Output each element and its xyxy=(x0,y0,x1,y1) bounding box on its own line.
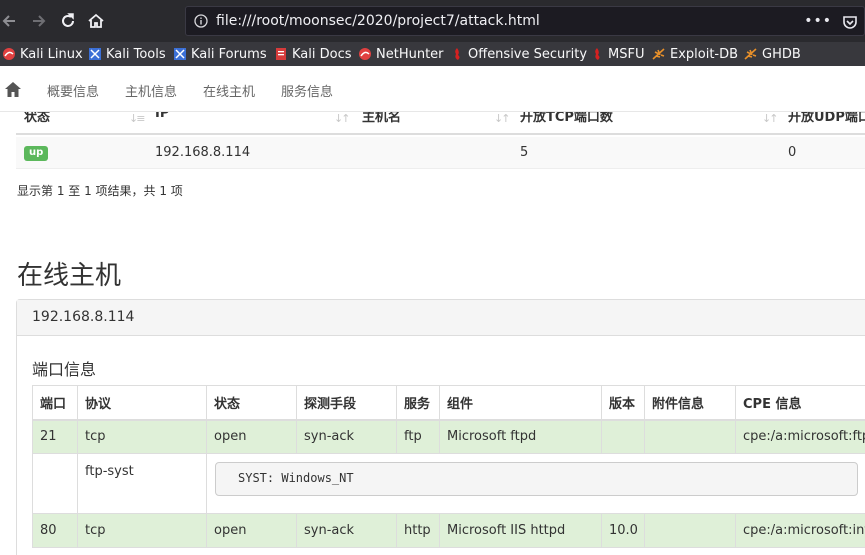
col-method: 探测手段 xyxy=(296,385,397,421)
cell-service: ftp xyxy=(396,419,440,454)
script-output-cell: SYST: Windows_NT xyxy=(206,453,865,514)
bookmark-nethunter[interactable]: NetHunter xyxy=(358,45,444,63)
kali-docs-icon xyxy=(276,48,286,60)
table-row: up 192.168.8.114 5 0 xyxy=(16,137,865,169)
sort-icon[interactable]: ↓↑ xyxy=(762,112,779,125)
cell-ip: 192.168.8.114 xyxy=(155,145,251,160)
cell-port: 80 xyxy=(32,513,78,548)
col-state: 状态 xyxy=(206,385,297,421)
kali-forums-icon xyxy=(174,48,186,60)
table-row: 21 tcp open syn-ack ftp Microsoft ftpd c… xyxy=(32,419,865,454)
col-cpe: CPE 信息 xyxy=(735,385,865,421)
cell-service: http xyxy=(396,513,440,548)
col-product: 组件 xyxy=(439,385,602,421)
bookmark-kali-linux[interactable]: Kali Linux xyxy=(2,45,83,63)
col-udp-ports[interactable]: 开放UDP端口 xyxy=(788,112,865,125)
ports-section-title: 端口信息 xyxy=(32,360,97,379)
col-status[interactable]: 状态 xyxy=(24,112,50,125)
cell-state: open xyxy=(206,513,297,548)
home-icon[interactable] xyxy=(4,81,22,98)
table-row: 80 tcp open syn-ack http Microsoft IIS h… xyxy=(32,513,865,548)
script-row: ftp-syst SYST: Windows_NT xyxy=(32,453,865,514)
cell-empty xyxy=(32,453,78,514)
cell-version xyxy=(601,419,645,454)
msfu-icon xyxy=(595,48,600,60)
col-tcp-ports[interactable]: 开放TCP端口数 xyxy=(520,112,613,125)
sort-icon[interactable]: ↓↑ xyxy=(334,112,351,125)
hosts-table-header: 状态 ↓≡ IP ↓↑ 主机名 ↓↑ 开放TCP端口数 ↓↑ 开放UDP端口 xyxy=(16,112,865,135)
col-version: 版本 xyxy=(601,385,645,421)
nav-online-hosts[interactable]: 在线主机 xyxy=(203,81,255,100)
page-actions-menu[interactable]: ••• xyxy=(804,13,832,29)
cell-protocol: tcp xyxy=(77,513,207,548)
col-ip[interactable]: IP xyxy=(155,112,169,121)
bookmark-msfu[interactable]: MSFU xyxy=(590,45,644,63)
forward-button[interactable] xyxy=(24,6,54,36)
ports-table: 端口 协议 状态 探测手段 服务 组件 版本 附件信息 CPE 信息 21 tc… xyxy=(32,385,865,548)
home-icon xyxy=(88,13,104,28)
sort-icon[interactable]: ↓↑ xyxy=(494,112,511,125)
exploit-db-icon xyxy=(652,48,665,60)
home-button[interactable] xyxy=(81,6,111,36)
bookmarks-toolbar: Kali Linux Kali Tools Kali Forums Kali D… xyxy=(0,42,865,66)
bookmark-ghdb[interactable]: GHDB xyxy=(744,45,801,63)
url-text[interactable]: file:///root/moonsec/2020/project7/attac… xyxy=(216,13,540,29)
back-arrow-icon xyxy=(2,15,15,27)
cell-extra xyxy=(644,419,736,454)
script-output: SYST: Windows_NT xyxy=(215,462,858,496)
nav-service-info[interactable]: 服务信息 xyxy=(281,81,333,100)
cell-state: open xyxy=(206,419,297,454)
cell-extra xyxy=(644,513,736,548)
host-ip: 192.168.8.114 xyxy=(32,309,135,325)
forward-arrow-icon xyxy=(33,15,46,27)
cell-method: syn-ack xyxy=(296,513,397,548)
bookmark-kali-forums[interactable]: Kali Forums xyxy=(173,45,267,63)
sort-icon[interactable]: ↓≡ xyxy=(129,112,146,125)
page-navbar: 概要信息 主机信息 在线主机 服务信息 xyxy=(0,66,865,112)
col-extra: 附件信息 xyxy=(644,385,736,421)
cell-version: 10.0 xyxy=(601,513,645,548)
info-icon[interactable] xyxy=(194,14,208,28)
ghdb-icon xyxy=(744,48,757,60)
pocket-icon[interactable] xyxy=(842,14,858,30)
cell-cpe: cpe:/a:microsoft:ftp_s xyxy=(735,419,865,454)
section-title-online-hosts: 在线主机 xyxy=(17,261,122,291)
bookmark-kali-docs[interactable]: Kali Docs xyxy=(274,45,352,63)
reload-button[interactable] xyxy=(53,6,83,36)
kali-icon xyxy=(3,48,15,60)
col-port: 端口 xyxy=(32,385,78,421)
nethunter-icon xyxy=(359,48,371,60)
col-hostname[interactable]: 主机名 xyxy=(362,112,401,125)
cell-method: syn-ack xyxy=(296,419,397,454)
offsec-icon xyxy=(455,48,460,60)
cell-product: Microsoft IIS httpd xyxy=(439,513,602,548)
cell-product: Microsoft ftpd xyxy=(439,419,602,454)
cell-protocol: tcp xyxy=(77,419,207,454)
status-badge: up xyxy=(24,146,49,161)
cell-cpe: cpe:/a:microsoft:intern xyxy=(735,513,865,548)
bookmark-exploit-db[interactable]: Exploit-DB xyxy=(652,45,738,63)
kali-tools-icon xyxy=(89,48,101,60)
back-button[interactable] xyxy=(0,6,24,36)
reload-icon xyxy=(62,13,74,27)
url-bar[interactable]: file:///root/moonsec/2020/project7/attac… xyxy=(185,6,865,36)
cell-udp-ports: 0 xyxy=(788,145,797,160)
script-name: ftp-syst xyxy=(77,453,207,514)
col-protocol: 协议 xyxy=(77,385,207,421)
cell-port: 21 xyxy=(32,419,78,454)
bookmark-offensive-security[interactable]: Offensive Security xyxy=(450,45,587,63)
nav-overview[interactable]: 概要信息 xyxy=(47,81,99,100)
cell-tcp-ports: 5 xyxy=(520,145,529,160)
host-panel-heading[interactable]: 192.168.8.114 xyxy=(17,300,865,336)
bookmark-kali-tools[interactable]: Kali Tools xyxy=(88,45,166,63)
nav-host-info[interactable]: 主机信息 xyxy=(125,81,177,100)
col-service: 服务 xyxy=(396,385,440,421)
browser-toolbar: file:///root/moonsec/2020/project7/attac… xyxy=(0,0,865,42)
ports-table-header: 端口 协议 状态 探测手段 服务 组件 版本 附件信息 CPE 信息 xyxy=(32,385,865,421)
table-result-info: 显示第 1 至 1 项结果，共 1 项 xyxy=(17,184,183,198)
